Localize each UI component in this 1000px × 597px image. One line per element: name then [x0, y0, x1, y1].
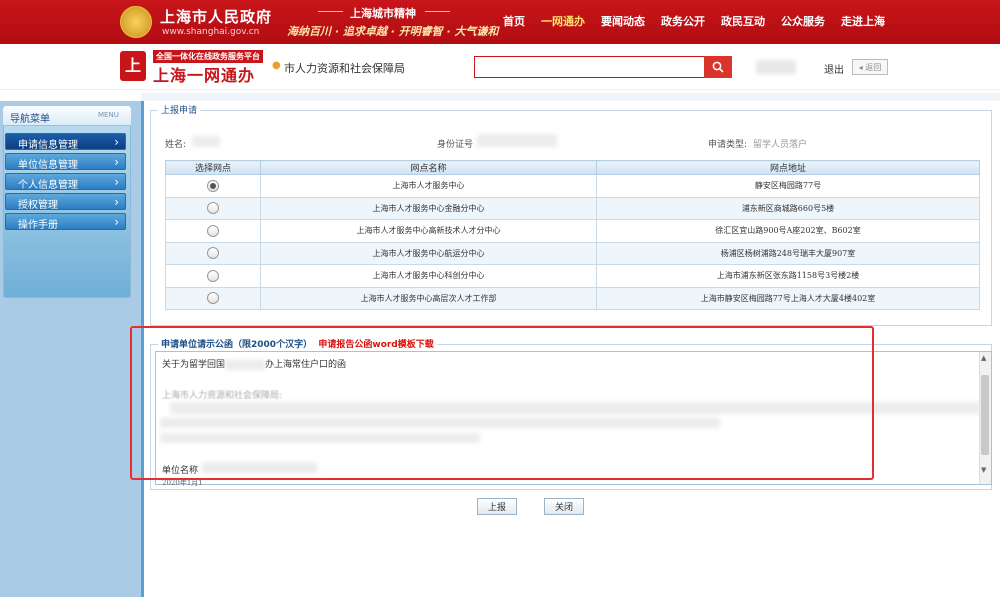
service-point-name: 上海市人才服务中心高层次人才工作部 — [260, 286, 597, 310]
radio-cell[interactable] — [165, 219, 261, 243]
service-point-address: 上海市浦东新区张东路1158号3号楼2楼 — [596, 264, 980, 288]
column-header: 网点地址 — [596, 160, 980, 175]
city-spirit-words: 海纳百川 · 追求卓越 · 开明睿智 · 大气谦和 — [287, 25, 499, 38]
select-radio[interactable] — [207, 269, 219, 282]
table-row[interactable]: 上海市人才服务中心高层次人才工作部 上海市静安区梅园路77号上海人才大厦4楼402… — [165, 286, 980, 310]
sidebar-item[interactable]: 单位信息管理 › — [5, 153, 126, 171]
nav-item[interactable]: 首页 — [495, 0, 533, 44]
select-radio[interactable] — [207, 247, 219, 260]
search-input[interactable] — [474, 56, 704, 78]
service-point-address: 静安区梅园路77号 — [596, 174, 980, 198]
id-value-redacted — [477, 134, 557, 147]
service-point-address: 徐汇区宜山路900号A座202室、B602室 — [596, 219, 980, 243]
sidebar-item[interactable]: 个人信息管理 › — [5, 173, 126, 191]
sidebar-item-label: 授权管理 — [18, 200, 58, 211]
table-row[interactable]: 上海市人才服务中心 静安区梅园路77号 — [165, 174, 980, 198]
chevron-right-icon: › — [114, 215, 119, 229]
nav-menu-title-en: MENU — [98, 111, 119, 119]
select-radio[interactable] — [207, 202, 219, 215]
portal-title[interactable]: 上海市人民政府 — [160, 6, 272, 27]
radio-cell[interactable] — [165, 174, 261, 198]
sidebar-item[interactable]: 授权管理 › — [5, 193, 126, 211]
id-label: 身份证号 — [437, 140, 474, 150]
chevron-right-icon: › — [114, 155, 119, 169]
search-icon — [712, 61, 724, 73]
table-row[interactable]: 上海市人才服务中心科创分中心 上海市浦东新区张东路1158号3号楼2楼 — [165, 264, 980, 288]
content-top-strip — [141, 93, 1000, 101]
highlight-annotation-box — [130, 326, 874, 480]
divider — [318, 11, 343, 12]
name-label: 姓名: — [165, 140, 187, 150]
radio-cell[interactable] — [165, 286, 261, 310]
bureau-name: 市人力资源和社会保障局 — [284, 62, 405, 75]
radio-cell[interactable] — [165, 196, 261, 220]
service-point-name: 上海市人才服务中心航运分中心 — [260, 241, 597, 265]
portal-url: www.shanghai.gov.cn — [162, 27, 260, 37]
table-row[interactable]: 上海市人才服务中心金融分中心 浦东新区商城路660号5楼 — [165, 196, 980, 220]
submit-button[interactable]: 上报 — [477, 498, 517, 515]
scroll-thumb[interactable] — [981, 375, 989, 455]
sidebar-item-label: 申请信息管理 — [18, 140, 78, 151]
service-point-name: 上海市人才服务中心科创分中心 — [260, 264, 597, 288]
logout-link[interactable]: 退出 — [824, 61, 844, 76]
sidebar-item-label: 个人信息管理 — [18, 180, 78, 191]
type-value: 留学人员落户 — [753, 140, 808, 150]
chevron-right-icon: › — [114, 195, 119, 209]
back-button[interactable]: ◂ 返回 — [852, 59, 888, 75]
name-value-redacted — [192, 136, 220, 147]
select-radio[interactable] — [207, 292, 219, 305]
nav-item[interactable]: 公众服务 — [773, 0, 833, 44]
table-row[interactable]: 上海市人才服务中心高新技术人才分中心 徐汇区宜山路900号A座202室、B602室 — [165, 219, 980, 243]
select-radio[interactable] — [207, 179, 219, 192]
table-row[interactable]: 上海市人才服务中心航运分中心 杨浦区杨树浦路248号瑞丰大厦907室 — [165, 241, 980, 265]
scroll-down-icon[interactable]: ▼ — [981, 466, 986, 474]
service-point-address: 浦东新区商城路660号5楼 — [596, 196, 980, 220]
nav-item[interactable]: 走进上海 — [833, 0, 893, 44]
sidebar-item-label: 操作手册 — [18, 220, 58, 231]
city-spirit-title: 上海城市精神 — [350, 7, 416, 20]
sidebar-item[interactable]: 操作手册 › — [5, 213, 126, 231]
service-point-name: 上海市人才服务中心金融分中心 — [260, 196, 597, 220]
service-point-address: 上海市静安区梅园路77号上海人才大厦4楼402室 — [596, 286, 980, 310]
type-label: 申请类型: — [708, 140, 748, 150]
service-point-address: 杨浦区杨树浦路248号瑞丰大厦907室 — [596, 241, 980, 265]
service-point-name: 上海市人才服务中心高新技术人才分中心 — [260, 219, 597, 243]
sidebar-item[interactable]: 申请信息管理 › — [5, 133, 126, 151]
yiwangtongban-logo-icon: 上 — [120, 51, 146, 81]
nav-item[interactable]: 要闻动态 — [593, 0, 653, 44]
column-header: 网点名称 — [260, 160, 597, 175]
nav-item[interactable]: 一网通办 — [533, 0, 593, 44]
nav-item[interactable]: 政务公开 — [653, 0, 713, 44]
report-legend: 上报申请 — [158, 103, 201, 116]
column-header: 选择网点 — [165, 160, 261, 175]
close-button[interactable]: 关闭 — [544, 498, 584, 515]
national-emblem-icon — [120, 6, 152, 38]
service-point-table: 选择网点 网点名称 网点地址 上海市人才服务中心 静安区梅园路77号 上海市人才服务… — [165, 160, 980, 310]
search-button[interactable] — [704, 56, 732, 78]
location-pin-icon: ● — [272, 60, 281, 71]
scroll-up-icon[interactable]: ▲ — [981, 354, 986, 362]
service-name[interactable]: 上海一网通办 — [153, 62, 255, 86]
sidebar-item-label: 单位信息管理 — [18, 160, 78, 171]
chevron-right-icon: › — [114, 135, 119, 149]
radio-cell[interactable] — [165, 241, 261, 265]
nav-item[interactable]: 政民互动 — [713, 0, 773, 44]
service-point-name: 上海市人才服务中心 — [260, 174, 597, 198]
radio-cell[interactable] — [165, 264, 261, 288]
select-radio[interactable] — [207, 224, 219, 237]
portal-nav: 首页 一网通办 要闻动态 政务公开 政民互动 公众服务 走进上海 — [495, 0, 893, 44]
user-name-redacted — [756, 60, 796, 74]
divider — [425, 11, 450, 12]
chevron-right-icon: › — [114, 175, 119, 189]
nav-menu-title: 导航菜单 — [10, 114, 50, 125]
